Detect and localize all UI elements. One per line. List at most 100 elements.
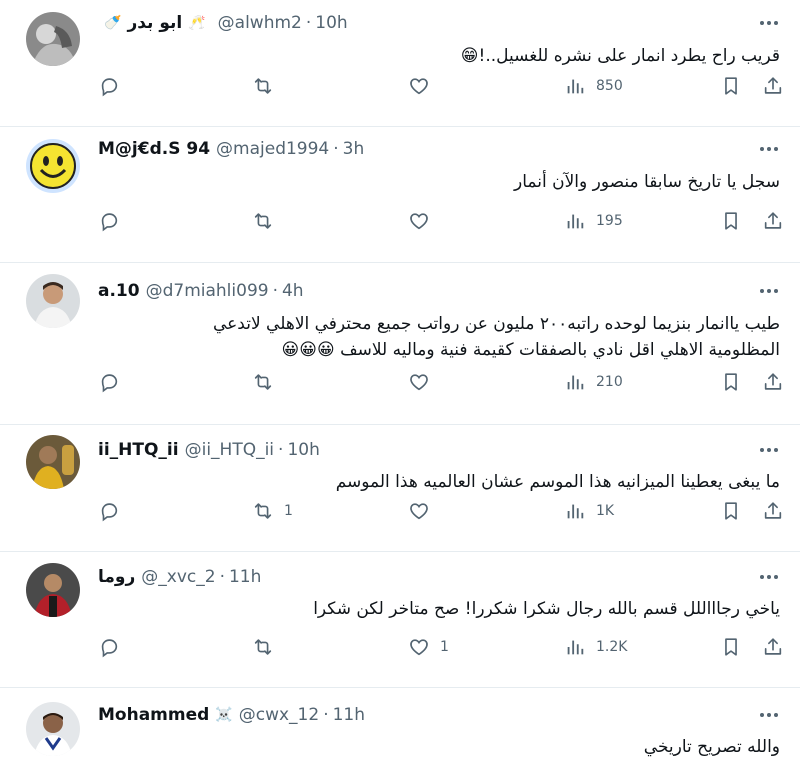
bookmark-icon — [720, 500, 742, 522]
share-button[interactable] — [762, 371, 784, 393]
views-count: 210 — [596, 374, 623, 390]
bookmark-button[interactable] — [720, 636, 742, 658]
views-button[interactable]: 195 — [564, 210, 623, 232]
avatar[interactable] — [26, 274, 80, 328]
tweet-header: روما @_xvc_2 · 11h — [98, 567, 261, 587]
reply-icon — [98, 75, 120, 97]
views-button[interactable]: 210 — [564, 371, 623, 393]
more-icon[interactable] — [760, 575, 778, 579]
user-handle[interactable]: @cwx_12 — [239, 705, 319, 725]
bookmark-button[interactable] — [720, 500, 742, 522]
reply-button[interactable] — [98, 210, 130, 232]
display-name[interactable]: M@j€d.S 94 — [98, 139, 210, 159]
bookmark-button[interactable] — [720, 75, 742, 97]
separator-dot: · — [219, 567, 225, 587]
tweet-header: a.10 @d7miahli099 · 4h — [98, 281, 304, 301]
reply-button[interactable] — [98, 75, 130, 97]
tweet-replies-feed: 🍼 ابو بدر 🥂 @alwhm2 · 10h قريب راح يطرد … — [0, 0, 800, 777]
views-count: 1K — [596, 503, 615, 519]
more-icon[interactable] — [760, 713, 778, 717]
bookmark-icon — [720, 210, 742, 232]
share-button[interactable] — [762, 210, 784, 232]
display-name[interactable]: ابو بدر — [127, 13, 182, 33]
like-button[interactable] — [408, 371, 440, 393]
retweet-icon — [252, 500, 274, 522]
tweet-text-line: المظلومية الاهلي اقل نادي بالصفقات كقيمة… — [281, 340, 781, 360]
avatar[interactable] — [26, 563, 80, 617]
views-button[interactable]: 1.2K — [564, 636, 627, 658]
reply-icon — [98, 636, 120, 658]
more-icon[interactable] — [760, 21, 778, 25]
retweet-button[interactable]: 1 — [252, 500, 293, 522]
more-icon[interactable] — [760, 147, 778, 151]
avatar[interactable] — [26, 139, 80, 193]
avatar[interactable] — [26, 435, 80, 489]
tweet-text: قريب راح يطرد انمار على نشره للغسيل..!😁 — [460, 46, 780, 66]
user-handle[interactable]: @_xvc_2 — [141, 567, 215, 587]
tweet[interactable]: ii_HTQ_ii @ii_HTQ_ii · 10h ما يبغى يعطين… — [0, 425, 800, 552]
timestamp[interactable]: 10h — [287, 440, 319, 460]
avatar[interactable] — [26, 702, 80, 756]
retweet-button[interactable] — [252, 371, 284, 393]
retweet-icon — [252, 210, 274, 232]
reply-icon — [98, 500, 120, 522]
views-icon — [564, 210, 586, 232]
share-button[interactable] — [762, 636, 784, 658]
views-icon — [564, 371, 586, 393]
tweet-text-line: طيب ياانمار بنزيما لوحده راتبه٢٠٠ مليون … — [212, 314, 780, 334]
retweet-button[interactable] — [252, 75, 284, 97]
views-button[interactable]: 1K — [564, 500, 614, 522]
timestamp[interactable]: 11h — [333, 705, 365, 725]
user-handle[interactable]: @alwhm2 — [218, 13, 302, 33]
share-button[interactable] — [762, 75, 784, 97]
views-count: 1.2K — [596, 639, 628, 655]
tweet[interactable]: a.10 @d7miahli099 · 4h طيب ياانمار بنزيم… — [0, 263, 800, 425]
like-button[interactable] — [408, 75, 440, 97]
separator-dot: · — [278, 440, 284, 460]
heart-icon — [408, 371, 430, 393]
tweet-header: Mohammed ☠️ @cwx_12 · 11h — [98, 705, 365, 725]
like-count: 1 — [440, 639, 449, 655]
bookmark-button[interactable] — [720, 210, 742, 232]
views-icon — [564, 636, 586, 658]
name-emoji-badge: ☠️ — [215, 707, 233, 723]
heart-icon — [408, 500, 430, 522]
reply-button[interactable] — [98, 500, 130, 522]
views-icon — [564, 75, 586, 97]
tweet[interactable]: 🍼 ابو بدر 🥂 @alwhm2 · 10h قريب راح يطرد … — [0, 0, 800, 127]
user-handle[interactable]: @ii_HTQ_ii — [185, 440, 274, 460]
like-button[interactable]: 1 — [408, 636, 449, 658]
reply-button[interactable] — [98, 371, 130, 393]
display-name[interactable]: a.10 — [98, 281, 140, 301]
timestamp[interactable]: 10h — [315, 13, 347, 33]
retweet-button[interactable] — [252, 210, 284, 232]
timestamp[interactable]: 3h — [343, 139, 365, 159]
bookmark-icon — [720, 75, 742, 97]
timestamp[interactable]: 4h — [282, 281, 304, 301]
like-button[interactable] — [408, 500, 440, 522]
share-icon — [762, 75, 784, 97]
timestamp[interactable]: 11h — [229, 567, 261, 587]
display-name[interactable]: ii_HTQ_ii — [98, 440, 179, 460]
more-icon[interactable] — [760, 448, 778, 452]
user-handle[interactable]: @majed1994 — [216, 139, 329, 159]
like-button[interactable] — [408, 210, 440, 232]
separator-dot: · — [333, 139, 339, 159]
display-name[interactable]: Mohammed — [98, 705, 209, 725]
separator-dot: · — [305, 13, 312, 33]
user-handle[interactable]: @d7miahli099 — [146, 281, 269, 301]
views-count: 850 — [596, 78, 623, 94]
tweet[interactable]: M@j€d.S 94 @majed1994 · 3h سجل يا تاريخ … — [0, 127, 800, 263]
reply-button[interactable] — [98, 636, 130, 658]
tweet[interactable]: Mohammed ☠️ @cwx_12 · 11h والله تصريح تا… — [0, 688, 800, 777]
share-button[interactable] — [762, 500, 784, 522]
bookmark-button[interactable] — [720, 371, 742, 393]
avatar[interactable] — [26, 12, 80, 66]
separator-dot: · — [272, 281, 278, 301]
retweet-button[interactable] — [252, 636, 284, 658]
views-button[interactable]: 850 — [564, 75, 623, 97]
more-icon[interactable] — [760, 289, 778, 293]
tweet-header: M@j€d.S 94 @majed1994 · 3h — [98, 139, 364, 159]
display-name[interactable]: روما — [98, 567, 135, 587]
tweet[interactable]: روما @_xvc_2 · 11h ياخي رجاااللل قسم بال… — [0, 552, 800, 688]
